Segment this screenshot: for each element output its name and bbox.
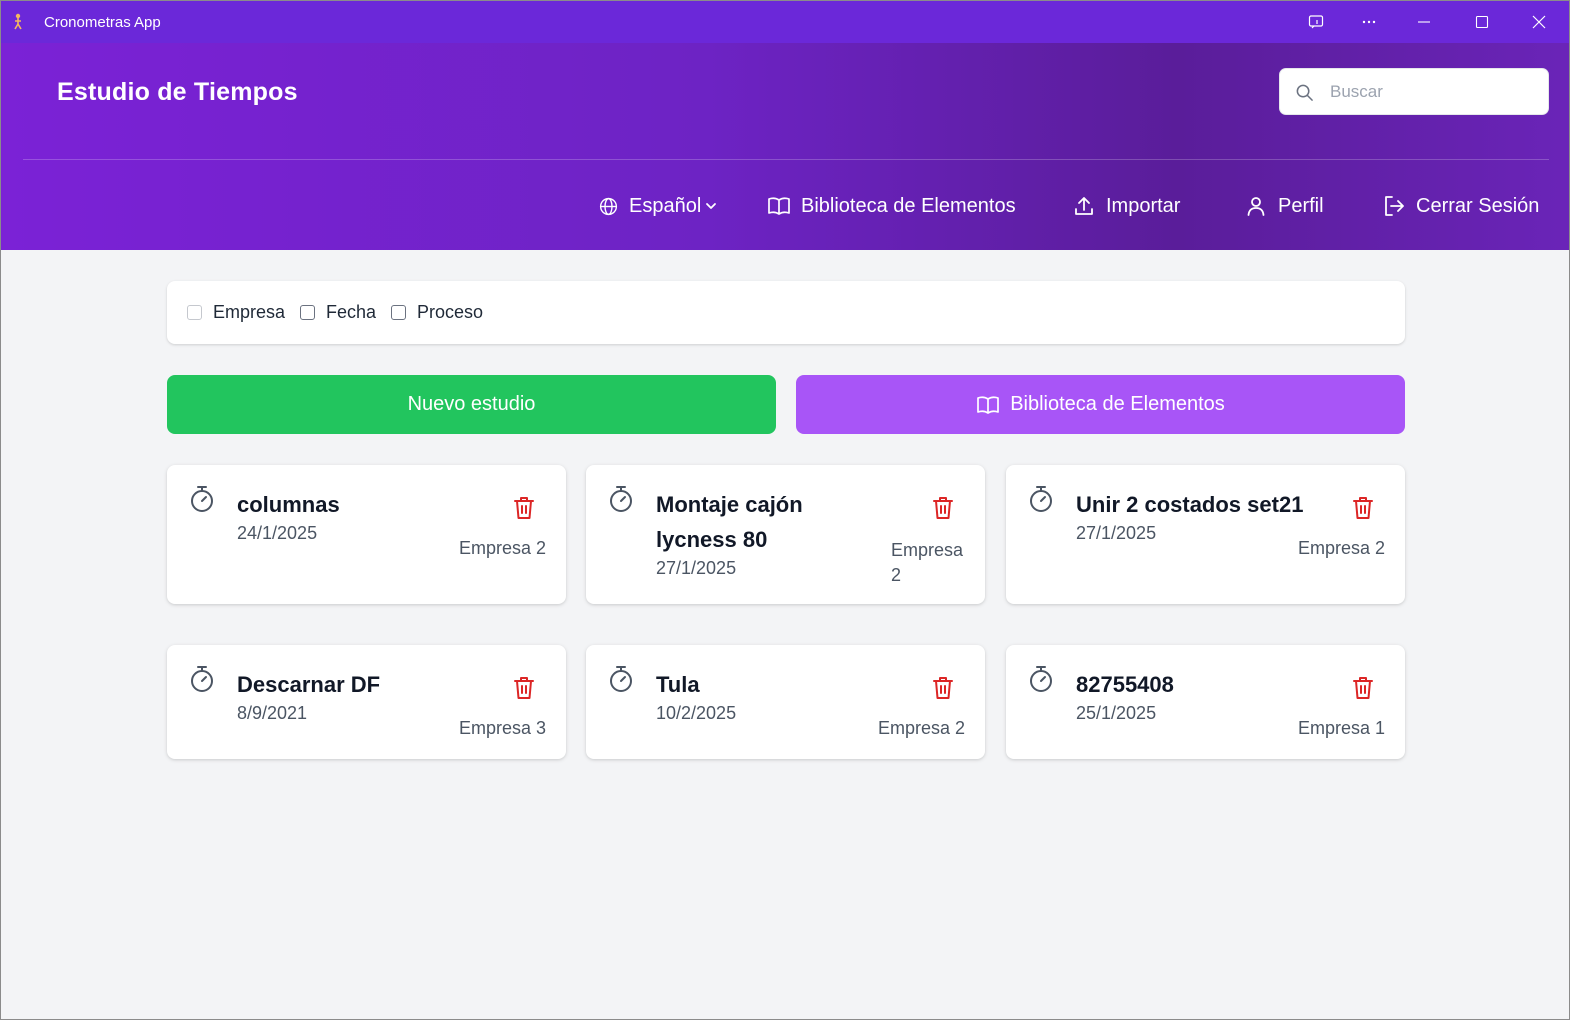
study-date: 8/9/2021 bbox=[237, 703, 308, 723]
logout-label: Cerrar Sesión bbox=[1416, 194, 1540, 217]
filter-empresa[interactable]: Empresa bbox=[187, 281, 285, 344]
search-input[interactable] bbox=[1330, 69, 1540, 114]
study-company: Empresa 2 bbox=[891, 540, 964, 585]
nav-library-label: Biblioteca de Elementos bbox=[801, 194, 1016, 217]
study-card[interactable]: Descarnar DF 8/9/2021 Empresa 3 bbox=[167, 645, 566, 759]
study-company: Empresa 2 bbox=[877, 718, 965, 738]
nav-import-link[interactable]: Importar bbox=[1072, 186, 1180, 226]
app-header: Estudio de Tiempos Español Biblioteca de… bbox=[1, 43, 1569, 250]
trash-icon[interactable] bbox=[1351, 675, 1375, 701]
filter-empresa-label: Empresa bbox=[213, 302, 286, 322]
study-date: 27/1/2025 bbox=[1076, 523, 1157, 543]
stopwatch-icon bbox=[610, 666, 632, 692]
filter-empresa-checkbox[interactable] bbox=[187, 305, 202, 320]
nav-profile-label: Perfil bbox=[1278, 194, 1324, 217]
nav-profile-link[interactable]: Perfil bbox=[1244, 186, 1324, 226]
study-company: Empresa 2 bbox=[458, 538, 546, 558]
study-title: Unir 2 costados set21 bbox=[1076, 492, 1304, 517]
cast-icon bbox=[1308, 15, 1324, 29]
study-date: 24/1/2025 bbox=[237, 523, 318, 543]
study-company: Empresa 3 bbox=[458, 718, 546, 738]
study-card[interactable]: columnas 24/1/2025 Empresa 2 bbox=[167, 465, 566, 604]
minimize-button[interactable] bbox=[1397, 1, 1451, 43]
trash-icon[interactable] bbox=[512, 495, 536, 521]
filter-proceso[interactable]: Proceso bbox=[391, 281, 483, 344]
trash-icon[interactable] bbox=[931, 675, 955, 701]
trash-icon[interactable] bbox=[512, 675, 536, 701]
library-button-label: Biblioteca de Elementos bbox=[1010, 393, 1225, 415]
close-button[interactable] bbox=[1512, 1, 1566, 43]
study-title: Tula bbox=[656, 672, 700, 697]
more-options-button[interactable] bbox=[1342, 1, 1396, 43]
filter-proceso-label: Proceso bbox=[417, 302, 484, 322]
filter-proceso-checkbox[interactable] bbox=[391, 305, 406, 320]
more-icon bbox=[1362, 20, 1376, 24]
new-study-label: Nuevo estudio bbox=[407, 393, 536, 415]
title-bar: Cronometras App bbox=[1, 1, 1569, 43]
header-divider bbox=[23, 159, 1549, 160]
upload-icon bbox=[1075, 197, 1093, 215]
maximize-button[interactable] bbox=[1455, 1, 1509, 43]
new-study-button[interactable]: Nuevo estudio bbox=[167, 375, 776, 434]
nav-import-label: Importar bbox=[1106, 194, 1181, 217]
study-card[interactable]: Unir 2 costados set21 27/1/2025 Empresa … bbox=[1006, 465, 1405, 604]
trash-icon[interactable] bbox=[1351, 495, 1375, 521]
study-date: 27/1/2025 bbox=[656, 558, 737, 578]
study-company: Empresa 1 bbox=[1297, 718, 1385, 738]
globe-icon bbox=[599, 197, 618, 215]
cast-button[interactable] bbox=[1289, 1, 1343, 43]
book-open-icon bbox=[768, 197, 790, 215]
filter-fecha-checkbox[interactable] bbox=[300, 305, 315, 320]
nav-library-link[interactable]: Biblioteca de Elementos bbox=[767, 186, 1016, 226]
study-date: 10/2/2025 bbox=[656, 703, 737, 723]
study-title: columnas bbox=[237, 492, 340, 517]
page-title: Estudio de Tiempos bbox=[57, 78, 298, 106]
study-date: 25/1/2025 bbox=[1076, 703, 1157, 723]
stopwatch-icon bbox=[610, 486, 632, 512]
library-button[interactable]: Biblioteca de Elementos bbox=[796, 375, 1405, 434]
app-icon bbox=[14, 13, 22, 30]
language-selector[interactable]: Español bbox=[598, 186, 718, 226]
search-icon bbox=[1296, 84, 1313, 101]
trash-icon[interactable] bbox=[931, 495, 955, 521]
book-open-icon bbox=[977, 395, 1000, 414]
stopwatch-icon bbox=[191, 666, 213, 692]
filter-fecha-label: Fecha bbox=[326, 302, 377, 322]
maximize-icon bbox=[1475, 15, 1489, 29]
minimize-icon bbox=[1418, 21, 1430, 23]
study-title: Descarnar DF bbox=[237, 672, 381, 697]
stopwatch-icon bbox=[1030, 486, 1052, 512]
filter-fecha[interactable]: Fecha bbox=[300, 281, 376, 344]
logout-link[interactable]: Cerrar Sesión bbox=[1382, 186, 1539, 226]
study-card[interactable]: Montaje cajón lycness 80 27/1/2025 Empre… bbox=[586, 465, 985, 604]
close-icon bbox=[1532, 15, 1546, 29]
user-icon bbox=[1247, 197, 1265, 216]
search-box[interactable] bbox=[1279, 68, 1549, 115]
language-label: Español bbox=[629, 194, 702, 217]
study-card[interactable]: 82755408 25/1/2025 Empresa 1 bbox=[1006, 645, 1405, 759]
chevron-down-icon bbox=[706, 203, 717, 209]
study-company: Empresa 2 bbox=[1297, 538, 1385, 558]
stopwatch-icon bbox=[1030, 666, 1052, 692]
logout-icon bbox=[1385, 196, 1404, 216]
study-card[interactable]: Tula 10/2/2025 Empresa 2 bbox=[586, 645, 985, 759]
study-title: 82755408 bbox=[1076, 672, 1174, 697]
window-title: Cronometras App bbox=[44, 14, 161, 31]
stopwatch-icon bbox=[191, 486, 213, 512]
study-title: Montaje cajón lycness 80 bbox=[656, 492, 803, 552]
filter-panel: Empresa Fecha Proceso bbox=[167, 281, 1405, 344]
